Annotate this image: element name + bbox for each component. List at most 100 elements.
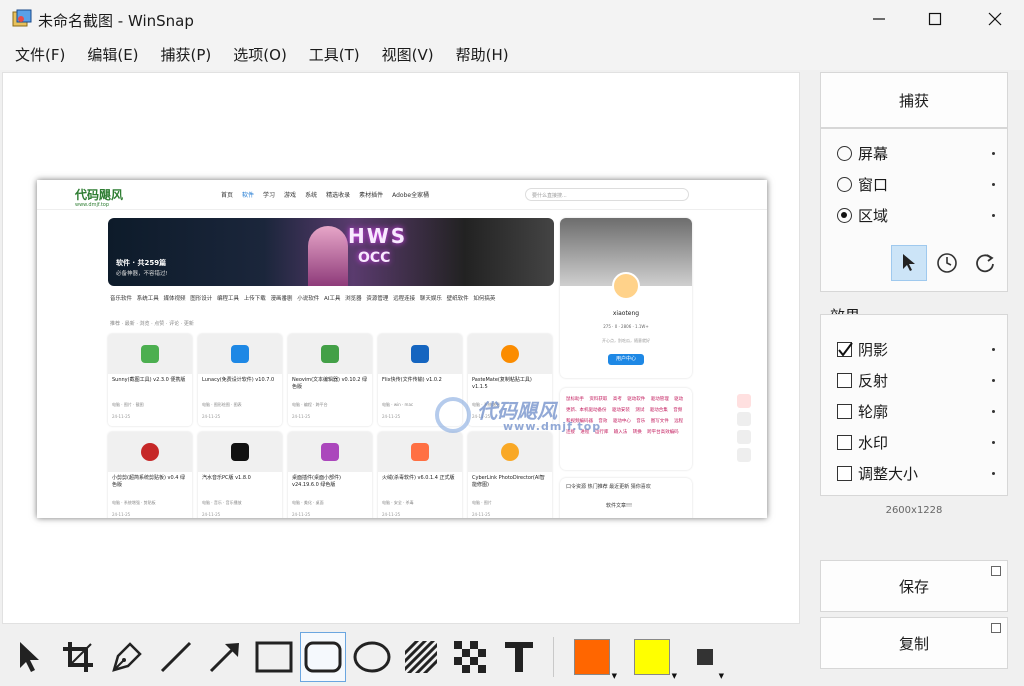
effect-reflection[interactable]: 反射: [837, 370, 995, 390]
maximize-button[interactable]: [906, 0, 964, 38]
rounded-rectangle-tool-button[interactable]: [300, 632, 346, 682]
shot-banner-subtitle: 必备神器，不容错过!: [116, 271, 168, 277]
capture-button[interactable]: 捕获: [820, 72, 1008, 128]
shot-side-buttons: [737, 394, 751, 462]
close-button[interactable]: [966, 0, 1024, 38]
menu-edit[interactable]: 编辑(E): [77, 40, 148, 69]
shot-card-tags: 电脑 · 编程 · 跨平台: [292, 402, 328, 407]
checkbox-checked[interactable]: [837, 341, 853, 357]
save-button[interactable]: 保存: [820, 560, 1008, 612]
menu-options[interactable]: 选项(O): [223, 40, 297, 69]
crop-tool-button[interactable]: [55, 632, 101, 682]
shot-card-date: 24-11-25: [202, 512, 221, 517]
pen-tool-button[interactable]: [104, 632, 150, 682]
shot-card-date: 24-11-25: [292, 414, 311, 419]
text-tool-icon: [505, 642, 533, 672]
shot-profile-card: xiaoteng 275 · 0 · 2806 · 1.1W+ 开心点，别吃瓜，…: [560, 218, 692, 378]
effect-label: 阴影: [858, 340, 889, 359]
shot-banner-figure: [308, 226, 348, 286]
pixelate-tool-icon: [454, 641, 486, 673]
checkmark-icon: [838, 341, 853, 357]
menu-help[interactable]: 帮助(H): [446, 40, 519, 69]
capture-option-label: 窗口: [858, 175, 889, 194]
line-tool-button[interactable]: [153, 632, 199, 682]
menu-capture[interactable]: 捕获(P): [151, 40, 222, 69]
shot-search-box: 要什么直接搜...: [525, 188, 689, 201]
pixelate-tool-button[interactable]: [447, 632, 493, 682]
shot-card: 汽水音乐PC版 v1.8.0 电脑 · 音乐 · 音乐播放 24-11-25: [198, 432, 282, 518]
shot-nav-item: 软件: [242, 192, 255, 199]
watermark-sub-text: www.dmjf.top: [503, 420, 602, 433]
shot-nav-item: 游戏: [284, 192, 297, 199]
shot-moon-icon: [737, 430, 751, 444]
option-dot: [992, 379, 995, 382]
menu-bar: 文件(F) 编辑(E) 捕获(P) 选项(O) 工具(T) 视图(V) 帮助(H…: [0, 38, 1024, 70]
shot-card-name: Neovim(文本编辑器) v0.10.2 绿色版: [292, 377, 368, 390]
minimize-button[interactable]: [850, 0, 908, 38]
rectangle-tool-button[interactable]: [251, 632, 297, 682]
shot-card-tags: 电脑 · 图形绘图 · 图表: [202, 402, 242, 407]
shot-card: 小剪剪(超简系统剪贴板) v0.4 绿色版 电脑 · 系统增强 · 剪贴板 24-1…: [108, 432, 192, 518]
watermark-logo-icon: [435, 397, 471, 433]
hatch-tool-button[interactable]: [398, 632, 444, 682]
checkbox[interactable]: [837, 372, 852, 388]
capture-option-window[interactable]: 窗口: [837, 174, 995, 194]
radio-button-selected[interactable]: [837, 207, 852, 223]
shot-banner-title: 软件 · 共259篇: [116, 259, 167, 267]
capture-option-region[interactable]: 区域: [837, 205, 995, 225]
menu-tools[interactable]: 工具(T): [299, 40, 370, 69]
shot-card-tags: 电脑 · win · mac: [382, 402, 414, 407]
radio-button[interactable]: [837, 176, 852, 192]
image-canvas[interactable]: 代码飓风 www.dmjf.top 首页 软件 学习 游戏 系统 精选收录 素材…: [2, 72, 800, 624]
shot-logo-text: 代码飓风: [75, 188, 124, 202]
select-tool-button[interactable]: [6, 632, 52, 682]
copy-auto-checkbox[interactable]: [991, 623, 1001, 633]
ellipse-tool-icon: [353, 641, 391, 673]
menu-file[interactable]: 文件(F): [5, 40, 75, 69]
checkbox[interactable]: [837, 434, 852, 450]
shot-nav-item: Adobe全家桶: [392, 192, 430, 199]
shot-nav-item: 系统: [305, 192, 318, 199]
effect-shadow[interactable]: 阴影: [837, 339, 995, 359]
option-dot: [992, 214, 995, 217]
menu-view[interactable]: 视图(V): [372, 40, 444, 69]
primary-color-swatch[interactable]: ▼: [574, 639, 617, 680]
text-tool-button[interactable]: [496, 632, 542, 682]
line-width-selector[interactable]: ▼: [682, 632, 728, 682]
minimize-icon: [873, 18, 885, 20]
hatch-tool-icon: [405, 641, 437, 673]
shot-username: xiaoteng: [612, 310, 640, 317]
rounded-rectangle-tool-icon: [304, 641, 342, 673]
capture-option-screen[interactable]: 屏幕: [837, 143, 995, 163]
effect-resize[interactable]: 调整大小: [837, 463, 995, 483]
pen-tool-icon: [112, 642, 142, 672]
arrow-tool-button[interactable]: [202, 632, 248, 682]
shot-card-tags: 电脑 · 安全 · 杀毒: [382, 500, 414, 505]
effect-watermark[interactable]: 水印: [837, 432, 995, 452]
shot-list-icon: [737, 448, 751, 462]
secondary-color-swatch[interactable]: ▼: [634, 639, 677, 680]
effect-outline[interactable]: 轮廓: [837, 401, 995, 421]
shot-card-name: PasteMate(复制粘贴工具) v1.1.5: [472, 377, 532, 390]
toolbar-separator: [553, 637, 554, 677]
radio-button[interactable]: [837, 145, 852, 161]
timer-mode-button[interactable]: [929, 245, 965, 281]
line-tool-icon: [160, 641, 192, 673]
copy-button[interactable]: 复制: [820, 617, 1008, 669]
dropdown-caret-icon: ▼: [671, 672, 677, 680]
pointer-mode-button[interactable]: [891, 245, 927, 281]
capture-option-label: 屏幕: [858, 144, 889, 163]
shot-banner-neon-2: OCC: [358, 250, 391, 266]
shot-card-tags: 电脑 · 系统增强 · 剪贴板: [112, 500, 156, 505]
repeat-mode-button[interactable]: [967, 245, 1003, 281]
save-auto-checkbox[interactable]: [991, 566, 1001, 576]
repeat-icon: [976, 254, 994, 273]
checkbox[interactable]: [837, 465, 852, 481]
shot-nav-item: 学习: [263, 192, 276, 199]
ellipse-tool-button[interactable]: [349, 632, 395, 682]
shot-user-signature: 开心点，别吃瓜，随意就好: [602, 338, 650, 343]
copy-button-label: 复制: [898, 634, 929, 653]
shot-card-date: 24-11-25: [292, 512, 311, 517]
crop-tool-icon: [63, 642, 93, 672]
checkbox[interactable]: [837, 403, 852, 419]
